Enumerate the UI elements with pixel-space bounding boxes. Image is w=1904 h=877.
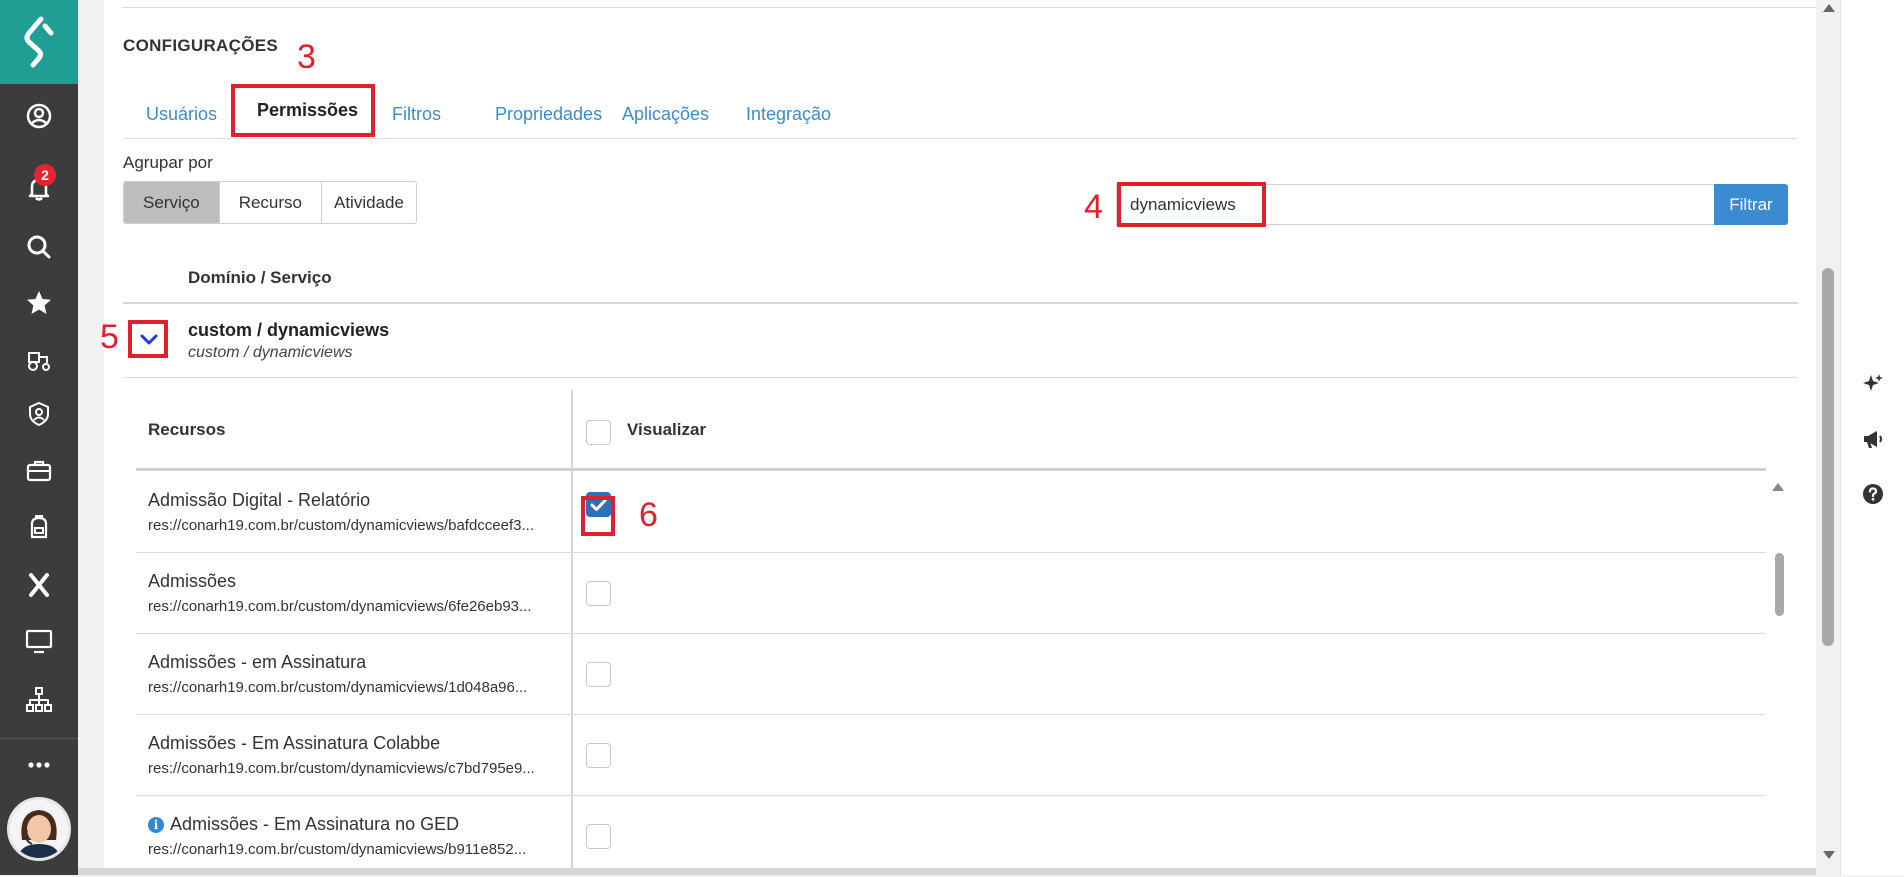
visualizar-checkbox[interactable] (586, 743, 611, 768)
domain-subtitle: custom / dynamicviews (188, 344, 353, 361)
resource-name: Admissão Digital - Relatório (148, 490, 371, 510)
app-logo[interactable] (0, 0, 78, 84)
annotation-number-3: 3 (297, 38, 316, 76)
notifications-bell-icon[interactable]: 2 (0, 164, 78, 208)
resource-path: res://conarh19.com.br/custom/dynamicview… (148, 760, 535, 777)
resources-header-divider (136, 468, 1766, 471)
backpack-icon[interactable] (0, 507, 78, 547)
tab-filtros[interactable]: Filtros (392, 90, 441, 138)
favorites-star-icon[interactable] (0, 283, 78, 323)
resource-path: res://conarh19.com.br/custom/dynamicview… (148, 517, 535, 534)
groupby-servico-button[interactable]: Serviço (124, 182, 220, 223)
resource-name-with-info: i Admissões - Em Assinatura no GED (148, 814, 459, 835)
resource-name: Admissões (148, 571, 237, 591)
resource-name: Admissões - Em Assinatura no GED (170, 814, 460, 834)
resource-name: Admissões - Em Assinatura Colabbe (148, 733, 441, 753)
team-shield-icon[interactable] (0, 394, 78, 434)
page-scrollbar[interactable] (1816, 0, 1840, 875)
page-scroll-up-arrow[interactable] (1823, 4, 1835, 12)
table-row: i Admissões - Em Assinatura no GED res://… (136, 796, 1766, 877)
info-icon[interactable]: i (148, 817, 164, 833)
filter-button[interactable]: Filtrar (1714, 184, 1788, 225)
table-row: Admissões - Em Assinatura Colabbe res://… (136, 715, 1766, 796)
domain-divider (123, 377, 1798, 378)
tab-integracao[interactable]: Integração (746, 90, 831, 138)
top-divider (122, 7, 1902, 8)
table-scrollbar-thumb[interactable] (1775, 553, 1784, 616)
section-title: CONFIGURAÇÕES (123, 36, 279, 55)
ai-sparkle-icon[interactable] (1859, 370, 1887, 398)
resources-header: Recursos (148, 420, 226, 439)
table-row: Admissões - em Assinatura res://conarh19… (136, 634, 1766, 715)
groupby-segmented-control: Serviço Recurso Atividade (123, 181, 417, 224)
horizontal-scrollbar-track[interactable] (78, 868, 1816, 875)
annotation-number-5: 5 (100, 318, 119, 356)
visualizar-checkbox[interactable] (586, 662, 611, 687)
resource-path: res://conarh19.com.br/custom/dynamicview… (148, 841, 527, 858)
annotation-box-search (1117, 182, 1266, 227)
groupby-atividade-button[interactable]: Atividade (322, 182, 416, 223)
app-sidebar: 2 (0, 0, 78, 875)
domain-title: custom / dynamicviews (188, 320, 390, 340)
briefcase-icon[interactable] (0, 451, 78, 491)
assistant-avatar[interactable] (7, 797, 71, 861)
domain-column-header: Domínio / Serviço (188, 268, 332, 287)
table-row: Admissões res://conarh19.com.br/custom/d… (136, 553, 1766, 634)
search-icon[interactable] (0, 227, 78, 267)
expand-toggle-button[interactable] (134, 325, 164, 355)
annotation-number-4: 4 (1084, 188, 1103, 226)
annotation-number-6: 6 (639, 496, 658, 534)
tab-propriedades[interactable]: Propriedades (495, 90, 602, 138)
page-scroll-down-arrow[interactable] (1823, 851, 1835, 859)
visualizar-checkbox[interactable] (586, 581, 611, 606)
visualizar-checkbox[interactable] (586, 824, 611, 849)
user-profile-icon[interactable] (0, 96, 78, 136)
sidebar-separator (0, 738, 78, 739)
monitor-icon[interactable] (0, 621, 78, 661)
more-options-icon[interactable] (0, 745, 78, 785)
annotation-box-tab (231, 84, 375, 137)
notification-badge: 2 (34, 164, 56, 186)
resource-path: res://conarh19.com.br/custom/dynamicview… (148, 679, 528, 696)
page-scrollbar-thumb[interactable] (1822, 268, 1834, 646)
chevron-down-icon (140, 334, 158, 345)
megaphone-icon[interactable] (1859, 425, 1887, 453)
visualizar-header: Visualizar (627, 420, 707, 439)
logo-icon (24, 16, 54, 68)
main-panel: CONFIGURAÇÕES Usuários Permissões Filtro… (100, 0, 1902, 868)
groupby-recurso-button[interactable]: Recurso (219, 182, 322, 223)
close-x-icon[interactable] (0, 565, 78, 605)
resource-name: Admissões - em Assinatura (148, 652, 367, 672)
groupby-label: Agrupar por (123, 153, 213, 172)
domain-header-divider (123, 302, 1798, 304)
visualizar-select-all-checkbox[interactable] (586, 420, 611, 445)
help-icon[interactable] (1859, 480, 1887, 508)
resources-table: Recursos Visualizar Admissão Digital - R… (136, 390, 1786, 868)
resource-path: res://conarh19.com.br/custom/dynamicview… (148, 598, 532, 615)
right-toolbar (1840, 0, 1904, 875)
tabs-divider (123, 138, 1798, 139)
assistant-avatar-icon (10, 800, 68, 858)
org-chart-icon[interactable] (0, 680, 78, 720)
table-row: Admissão Digital - Relatório res://conar… (136, 472, 1766, 553)
tab-usuarios[interactable]: Usuários (146, 90, 217, 138)
table-scroll-up-arrow[interactable] (1772, 483, 1784, 491)
tractor-icon[interactable] (0, 339, 78, 379)
tab-aplicacoes[interactable]: Aplicações (622, 90, 709, 138)
annotation-box-checkbox (581, 496, 615, 536)
